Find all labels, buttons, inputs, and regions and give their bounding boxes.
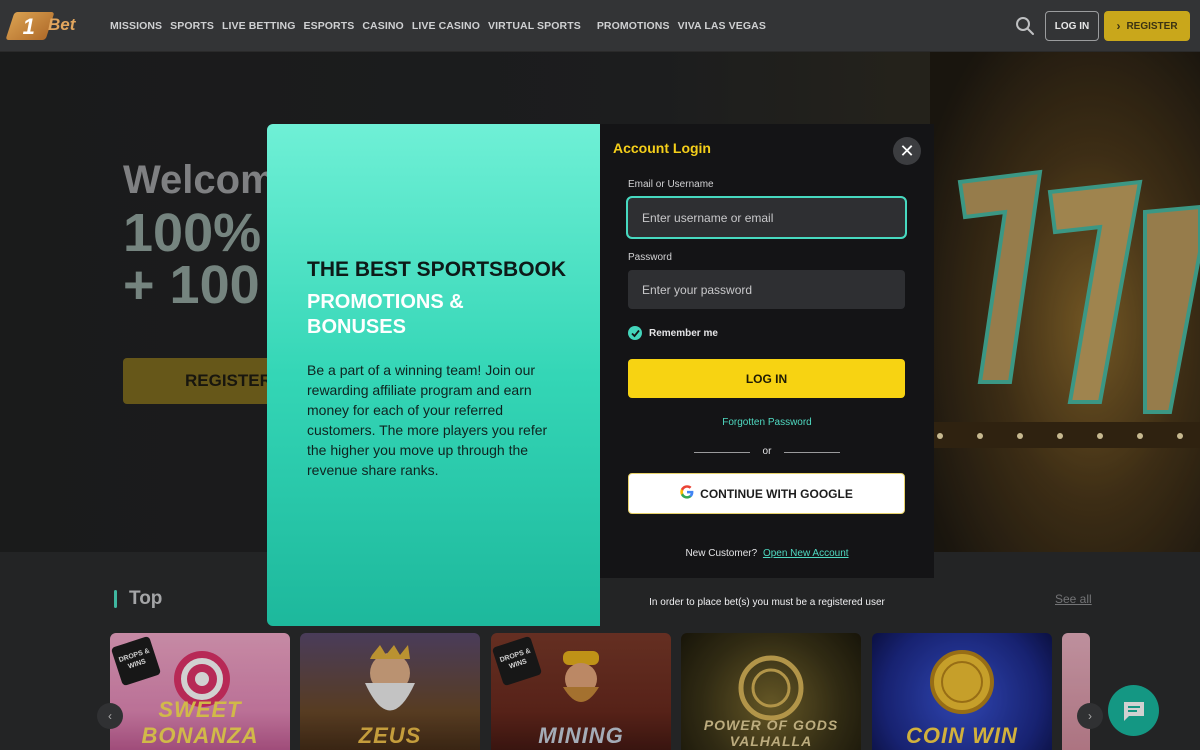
google-icon <box>680 485 694 502</box>
registration-note: In order to place bet(s) you must be a r… <box>649 597 885 608</box>
nav-viva-las-vegas[interactable]: VIVA LAS VEGAS <box>678 20 766 32</box>
promo-subheading: PROMOTIONS & BONUSES <box>307 291 464 338</box>
remember-me-checkbox[interactable]: Remember me <box>628 326 718 340</box>
or-divider: or <box>694 446 840 458</box>
login-button[interactable]: LOG IN <box>628 359 905 398</box>
nav-missions[interactable]: MISSIONS <box>110 20 162 32</box>
email-field[interactable] <box>626 196 907 239</box>
promo-panel: THE BEST SPORTSBOOK PROMOTIONS & BONUSES… <box>267 124 600 626</box>
promo-body-text: Be a part of a winning team! Join our re… <box>307 362 548 478</box>
promo-heading: THE BEST SPORTSBOOK <box>307 258 567 281</box>
top-header: 1 Bet MISSIONS SPORTS LIVE BETTING ESPOR… <box>0 0 1200 52</box>
remember-me-label: Remember me <box>649 327 718 339</box>
open-new-account-link[interactable]: Open New Account <box>763 548 849 559</box>
nav-live-casino[interactable]: LIVE CASINO <box>412 20 480 32</box>
continue-with-google-button[interactable]: CONTINUE WITH GOOGLE <box>628 473 905 514</box>
header-register-button[interactable]: › REGISTER <box>1104 11 1190 41</box>
login-title: Account Login <box>613 140 711 156</box>
new-customer-row: New Customer? Open New Account <box>600 548 934 559</box>
login-panel: Account Login ✕ Email or Username Passwo… <box>600 124 934 578</box>
email-label: Email or Username <box>628 179 714 190</box>
check-icon <box>628 326 642 340</box>
password-label: Password <box>628 252 672 263</box>
nav-sports[interactable]: SPORTS <box>170 20 214 32</box>
logo-word: Bet <box>48 15 76 34</box>
new-customer-text: New Customer? <box>685 548 758 559</box>
divider-line <box>784 452 840 453</box>
nav-promotions[interactable]: PROMOTIONS <box>597 20 670 32</box>
header-register-label: REGISTER <box>1126 20 1178 32</box>
nav-live-betting[interactable]: LIVE BETTING <box>222 20 296 32</box>
search-icon[interactable] <box>1014 15 1036 37</box>
nav-casino[interactable]: CASINO <box>362 20 403 32</box>
chevron-right-icon: › <box>1116 19 1121 33</box>
header-login-button[interactable]: LOG IN <box>1045 11 1099 41</box>
password-field[interactable] <box>628 270 905 309</box>
google-button-label: CONTINUE WITH GOOGLE <box>700 486 853 501</box>
nav-esports[interactable]: ESPORTS <box>303 20 354 32</box>
site-logo[interactable]: 1 Bet <box>5 12 86 40</box>
nav-virtual-sports[interactable]: VIRTUAL SPORTS <box>488 20 581 32</box>
main-nav: MISSIONS SPORTS LIVE BETTING ESPORTS CAS… <box>110 0 774 52</box>
close-icon[interactable]: ✕ <box>893 137 921 165</box>
forgot-password-link[interactable]: Forgotten Password <box>600 417 934 428</box>
